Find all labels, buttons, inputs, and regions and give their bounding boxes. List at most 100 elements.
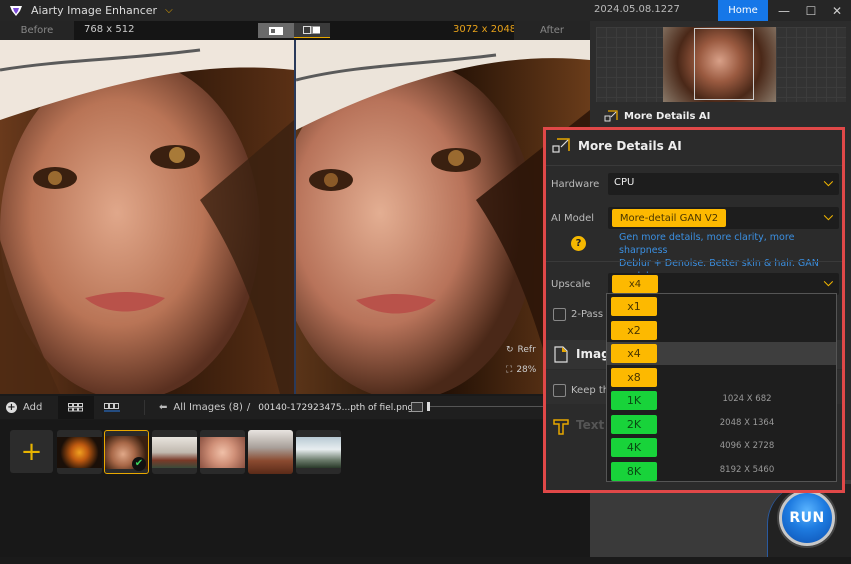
split-view-icon	[303, 26, 320, 34]
upscale-option-label: 2K	[611, 414, 657, 434]
plus-icon: +	[20, 436, 43, 467]
upscale-option-label: 1K	[611, 391, 657, 410]
before-label: Before	[0, 21, 74, 40]
navigator-viewport-frame[interactable]	[694, 28, 754, 100]
text-section-label: Text	[576, 418, 605, 432]
refresh-button[interactable]: ↻ Refr	[506, 345, 536, 355]
more-details-icon	[604, 110, 618, 122]
thumbnail-image	[200, 437, 245, 468]
refresh-label: Refr	[517, 345, 536, 355]
run-button[interactable]: RUN	[779, 490, 835, 546]
divider	[546, 165, 842, 166]
keep-checkbox[interactable]	[553, 384, 566, 397]
upscale-option[interactable]: x2	[607, 319, 836, 342]
settings-header: More Details AI	[552, 138, 682, 153]
upscale-option[interactable]: x8	[607, 366, 836, 389]
add-label: Add	[23, 402, 43, 413]
document-icon	[554, 346, 568, 363]
view-bar: Before 768 x 512 3072 x 2048 After	[0, 21, 590, 40]
single-view-button[interactable]	[258, 23, 294, 38]
hardware-select[interactable]: CPU ⌵	[608, 173, 839, 195]
chevron-down-icon: ⌵	[823, 175, 833, 189]
before-resolution: 768 x 512	[84, 24, 135, 35]
add-image-button[interactable]: + Add	[6, 402, 54, 413]
selected-check-icon: ✔	[132, 457, 146, 471]
mode-header: More Details AI	[604, 110, 710, 122]
divider	[546, 261, 842, 262]
toolbar-divider	[144, 400, 145, 415]
upscale-option[interactable]: 1K 1024 X 682	[607, 389, 836, 412]
add-image-tile[interactable]: +	[10, 430, 53, 473]
close-icon[interactable]: ✕	[824, 0, 850, 21]
upscale-dropdown: x1 x2 x4 x8 1K 1024 X 682 2K 2048 X 1364 4K 4096 …	[606, 293, 837, 482]
before-image	[0, 40, 294, 394]
upscale-option-label: x8	[611, 367, 657, 387]
upscale-option[interactable]: 4K 4096 X 2728	[607, 436, 836, 459]
single-view-icon	[269, 26, 283, 35]
upscale-select[interactable]: x4 ⌵	[608, 273, 839, 295]
upscale-option-label: 4K	[611, 438, 657, 457]
split-view-button[interactable]	[294, 23, 330, 38]
upscale-option-label: x4	[611, 344, 657, 363]
upscale-label: Upscale	[551, 279, 591, 290]
slider-handle[interactable]	[427, 402, 430, 411]
model-desc-line: Gen more details, more clarity, more sha…	[619, 232, 795, 256]
home-button[interactable]: Home	[718, 0, 768, 21]
upscale-option-label: 8K	[611, 461, 657, 481]
refresh-icon: ↻	[506, 345, 514, 355]
thumbnail-image	[152, 437, 197, 468]
settings-title: More Details AI	[578, 138, 682, 153]
upscale-option-label: x1	[611, 297, 657, 316]
zoom-indicator[interactable]: ⛶ 28%	[506, 365, 536, 375]
app-logo-icon	[9, 5, 23, 17]
upscale-option[interactable]: 2K 2048 X 1364	[607, 413, 836, 436]
thumbnail[interactable]	[200, 430, 245, 474]
strip-view-icon	[104, 403, 120, 412]
upscale-option-resolution: 1024 X 682	[722, 394, 772, 404]
gallery-toolbar: + Add ⬅ All Images (8) / 00140-172923475…	[0, 396, 590, 419]
upscale-value: x4	[612, 275, 658, 293]
thumbnail[interactable]	[152, 430, 197, 474]
thumbnail-image	[248, 430, 293, 474]
ai-model-select[interactable]: More-detail GAN V2 ⌵	[608, 207, 839, 229]
text-tool-icon	[553, 419, 569, 435]
maximize-icon[interactable]: ☐	[798, 0, 824, 21]
strip-view-button[interactable]	[94, 396, 130, 419]
upscale-option-resolution: 8192 X 5460	[719, 464, 775, 475]
all-images-link[interactable]: All Images (8)	[173, 402, 242, 413]
app-title: Aiarty Image Enhancer	[31, 4, 158, 17]
zoom-level: 28%	[516, 365, 537, 375]
upscale-option[interactable]: 8K 8192 X 5460	[607, 460, 836, 483]
before-preview[interactable]	[0, 40, 294, 394]
upscale-option[interactable]: x4	[607, 342, 836, 365]
minimize-icon[interactable]: —	[771, 0, 797, 21]
back-arrow-icon[interactable]: ⬅	[159, 402, 167, 413]
hardware-label: Hardware	[551, 179, 600, 190]
grid-view-icon	[68, 403, 83, 412]
two-pass-checkbox[interactable]	[553, 308, 566, 321]
thumbnail[interactable]	[248, 430, 293, 474]
title-bar: Aiarty Image Enhancer ⌵ 2024.05.08.1227 …	[0, 0, 851, 21]
breadcrumb-separator: /	[246, 402, 251, 413]
help-icon[interactable]: ?	[571, 236, 586, 251]
zoom-fit-icon: ⛶	[506, 365, 513, 375]
grid-view-button[interactable]	[58, 396, 94, 419]
thumbnail[interactable]	[57, 430, 102, 474]
chevron-down-icon: ⌵	[823, 275, 833, 289]
mode-title: More Details AI	[624, 110, 711, 122]
app-menu-chevron-icon[interactable]: ⌵	[165, 5, 173, 16]
view-mode-toggle	[258, 23, 330, 38]
more-details-icon	[552, 138, 570, 153]
upscale-option[interactable]: x1	[607, 295, 836, 318]
ai-model-label: AI Model	[551, 213, 594, 224]
add-icon: +	[6, 402, 17, 413]
thumbnail-image	[296, 437, 341, 468]
current-file-name: 00140-172923475...pth of fiel.png	[258, 402, 414, 413]
image-size-icon	[411, 402, 423, 412]
after-resolution: 3072 x 2048	[453, 24, 517, 35]
hardware-value: CPU	[614, 177, 635, 188]
thumbnail-selected[interactable]: ✔	[104, 430, 149, 474]
upscale-option-resolution: 2048 X 1364	[719, 417, 775, 428]
thumbnail[interactable]	[296, 430, 341, 474]
thumbnail-strip: + ✔	[0, 420, 590, 557]
